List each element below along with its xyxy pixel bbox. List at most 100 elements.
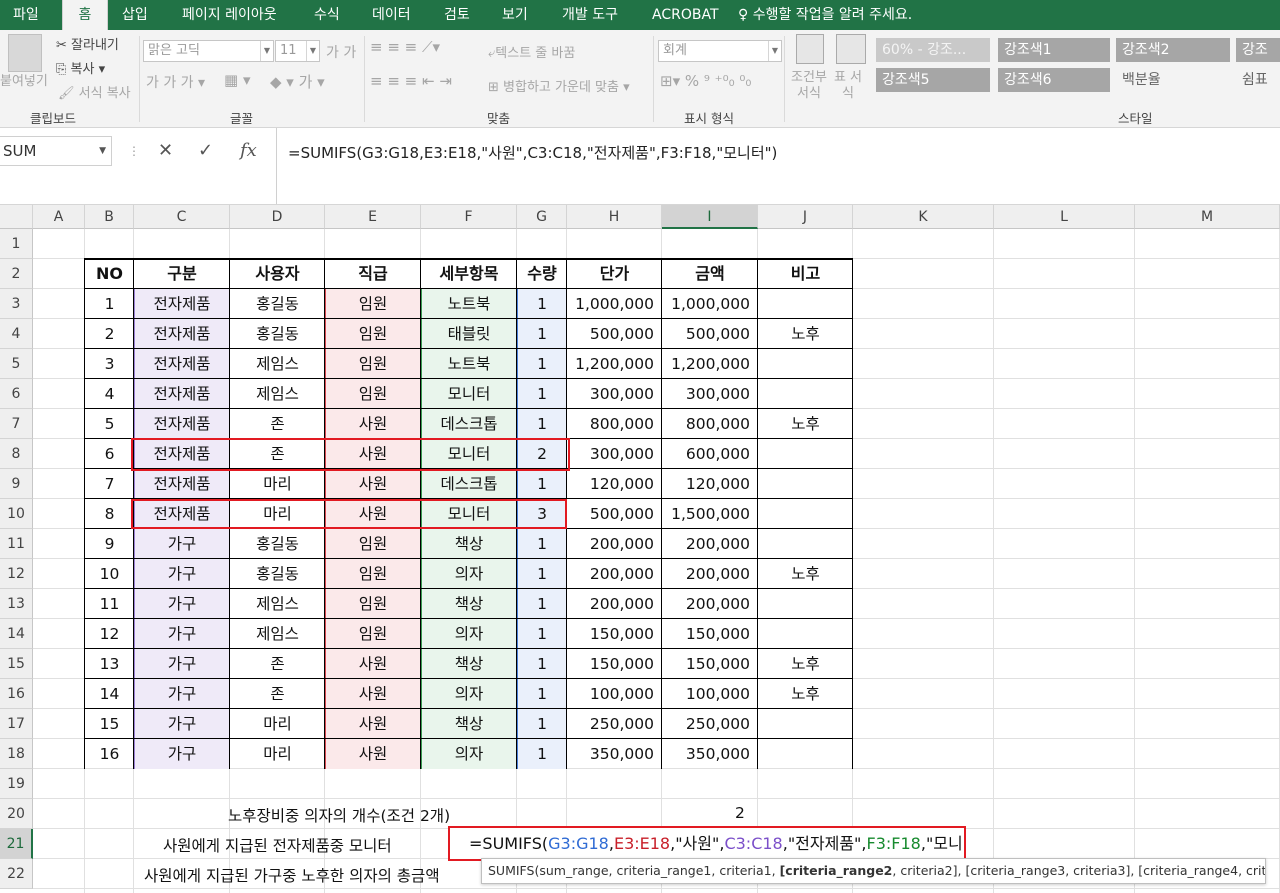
table-cell[interactable]: 제임스: [230, 589, 325, 619]
table-cell[interactable]: 전자제품: [134, 319, 230, 349]
table-cell[interactable]: [758, 739, 853, 769]
row-header-16[interactable]: 16: [0, 679, 33, 709]
table-cell[interactable]: [758, 619, 853, 649]
table-cell[interactable]: 250,000: [662, 709, 758, 739]
tab-review[interactable]: 검토: [444, 0, 470, 30]
grow-shrink-font-buttons[interactable]: 가 가: [326, 42, 356, 62]
table-cell[interactable]: 사원: [325, 469, 421, 499]
table-header-cell[interactable]: 사용자: [230, 259, 325, 289]
table-cell[interactable]: 200,000: [662, 529, 758, 559]
table-cell[interactable]: 300,000: [662, 379, 758, 409]
row-header-10[interactable]: 10: [0, 499, 33, 529]
table-cell[interactable]: 120,000: [567, 469, 662, 499]
tab-formulas[interactable]: 수식: [314, 0, 340, 30]
cell-style-comma[interactable]: 쉼표: [1236, 68, 1280, 92]
table-cell[interactable]: 800,000: [662, 409, 758, 439]
table-cell[interactable]: 1,000,000: [567, 289, 662, 319]
table-cell[interactable]: [758, 589, 853, 619]
name-box[interactable]: SUM ▼: [0, 136, 112, 166]
table-cell[interactable]: 마리: [230, 469, 325, 499]
table-cell[interactable]: 8: [85, 499, 134, 529]
table-cell[interactable]: 13: [85, 649, 134, 679]
table-cell[interactable]: 250,000: [567, 709, 662, 739]
col-header-f[interactable]: F: [421, 205, 517, 229]
cell-style-accent2[interactable]: 강조색2: [1116, 38, 1230, 62]
table-cell[interactable]: 홍길동: [230, 529, 325, 559]
row-header-12[interactable]: 12: [0, 559, 33, 589]
tab-acrobat[interactable]: ACROBAT: [652, 0, 719, 30]
format-as-table-icon[interactable]: [836, 34, 866, 64]
table-cell[interactable]: 1: [517, 619, 567, 649]
table-cell[interactable]: 전자제품: [134, 289, 230, 319]
table-cell[interactable]: 가구: [134, 619, 230, 649]
tab-insert[interactable]: 삽입: [122, 0, 148, 30]
row-header-13[interactable]: 13: [0, 589, 33, 619]
table-header-cell[interactable]: 수량: [517, 259, 567, 289]
table-cell[interactable]: 노후: [758, 319, 853, 349]
table-cell[interactable]: 3: [85, 349, 134, 379]
row-header-7[interactable]: 7: [0, 409, 33, 439]
table-cell[interactable]: 노트북: [421, 289, 517, 319]
table-cell[interactable]: 가구: [134, 649, 230, 679]
tab-file[interactable]: 파일: [13, 0, 39, 30]
cell-style-accent3[interactable]: 강조: [1236, 38, 1280, 62]
table-cell[interactable]: 의자: [421, 739, 517, 769]
table-cell[interactable]: 1: [517, 349, 567, 379]
table-cell[interactable]: 9: [85, 529, 134, 559]
format-as-table-button[interactable]: 표 서식: [833, 70, 863, 102]
col-header-a[interactable]: A: [33, 205, 85, 229]
wrap-text-button[interactable]: ⤶텍스트 줄 바꿈: [488, 42, 575, 61]
tab-home[interactable]: 홈: [62, 0, 108, 30]
table-cell[interactable]: 1: [517, 559, 567, 589]
col-header-d[interactable]: D: [230, 205, 325, 229]
table-cell[interactable]: 1,200,000: [662, 349, 758, 379]
font-name-select[interactable]: 맑은 고딕 ▼: [143, 40, 274, 62]
table-cell[interactable]: 가구: [134, 559, 230, 589]
row-header-8[interactable]: 8: [0, 439, 33, 469]
table-cell[interactable]: 500,000: [567, 499, 662, 529]
table-cell[interactable]: 제임스: [230, 349, 325, 379]
row-header-20[interactable]: 20: [0, 799, 33, 829]
table-cell[interactable]: 800,000: [567, 409, 662, 439]
table-cell[interactable]: 가구: [134, 529, 230, 559]
row-header-4[interactable]: 4: [0, 319, 33, 349]
table-cell[interactable]: 사원: [325, 679, 421, 709]
table-cell[interactable]: 의자: [421, 679, 517, 709]
table-cell[interactable]: [758, 289, 853, 319]
tab-view[interactable]: 보기: [502, 0, 528, 30]
col-header-b[interactable]: B: [85, 205, 134, 229]
table-cell[interactable]: 300,000: [567, 379, 662, 409]
table-cell[interactable]: 2: [85, 319, 134, 349]
horizontal-align-icons[interactable]: ≡ ≡ ≡ ⇤ ⇥: [370, 72, 452, 90]
table-cell[interactable]: 1,000,000: [662, 289, 758, 319]
table-cell[interactable]: 1: [85, 289, 134, 319]
table-cell[interactable]: 1: [517, 469, 567, 499]
merge-center-button[interactable]: ⊞ 병합하고 가운데 맞춤 ▾: [488, 76, 630, 95]
table-cell[interactable]: 1: [517, 709, 567, 739]
col-header-k[interactable]: K: [853, 205, 994, 229]
col-header-c[interactable]: C: [134, 205, 230, 229]
table-cell[interactable]: 임원: [325, 289, 421, 319]
table-cell[interactable]: 350,000: [567, 739, 662, 769]
table-header-cell[interactable]: 단가: [567, 259, 662, 289]
table-cell[interactable]: 1: [517, 679, 567, 709]
table-cell[interactable]: 임원: [325, 529, 421, 559]
table-cell[interactable]: 150,000: [567, 619, 662, 649]
vertical-align-icons[interactable]: ≡ ≡ ≡ ⟋▾: [370, 38, 440, 56]
table-cell[interactable]: 사원: [325, 649, 421, 679]
table-cell[interactable]: 12: [85, 619, 134, 649]
worksheet-grid[interactable]: A B C D E F G H I J K L M 1 2 3 4 5 6 7 8 9 10 11 1…: [0, 205, 1280, 893]
table-cell[interactable]: 500,000: [662, 319, 758, 349]
table-cell[interactable]: [758, 469, 853, 499]
tab-developer[interactable]: 개발 도구: [562, 0, 618, 30]
table-cell[interactable]: 존: [230, 679, 325, 709]
table-cell[interactable]: 6: [85, 439, 134, 469]
table-cell[interactable]: 200,000: [567, 589, 662, 619]
col-header-l[interactable]: L: [994, 205, 1135, 229]
table-cell[interactable]: 전자제품: [134, 409, 230, 439]
row-header-14[interactable]: 14: [0, 619, 33, 649]
table-cell[interactable]: 전자제품: [134, 349, 230, 379]
table-cell[interactable]: 책상: [421, 709, 517, 739]
table-cell[interactable]: 노후: [758, 409, 853, 439]
borders-icon[interactable]: ▦ ▾: [224, 71, 250, 89]
